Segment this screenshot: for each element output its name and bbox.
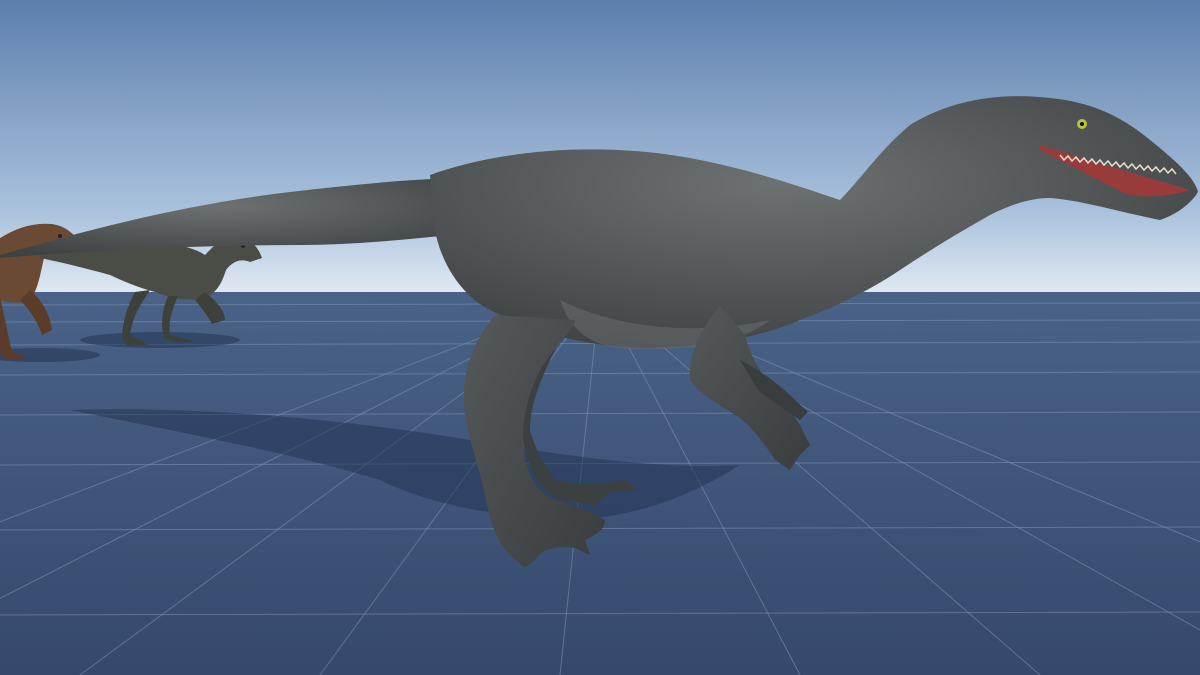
scene-canvas[interactable] bbox=[0, 0, 1200, 675]
game-viewport[interactable] bbox=[0, 0, 1200, 675]
